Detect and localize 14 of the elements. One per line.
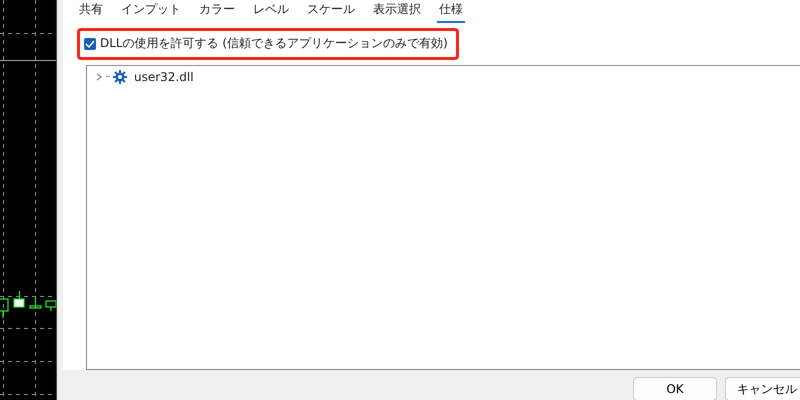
checkbox-label: DLLの使用を許可する (信頼できるアプリケーションのみで有効)	[100, 35, 448, 52]
checkbox[interactable]	[84, 38, 96, 50]
tree-item[interactable]: user32.dll	[134, 70, 194, 84]
dialog-button[interactable]: OK	[633, 377, 717, 400]
tab[interactable]: 仕様	[437, 1, 465, 23]
gear-icon	[113, 70, 127, 84]
dialog-button[interactable]: キャンセル	[725, 377, 800, 400]
tab[interactable]: スケール	[305, 1, 357, 23]
tab[interactable]: 共有	[77, 1, 105, 23]
tab[interactable]: 表示選択	[371, 1, 423, 23]
tab[interactable]: インプット	[119, 1, 183, 23]
expand-caret-icon[interactable]	[95, 73, 103, 81]
tab[interactable]: レベル	[251, 1, 291, 23]
tab[interactable]: カラー	[197, 1, 237, 23]
